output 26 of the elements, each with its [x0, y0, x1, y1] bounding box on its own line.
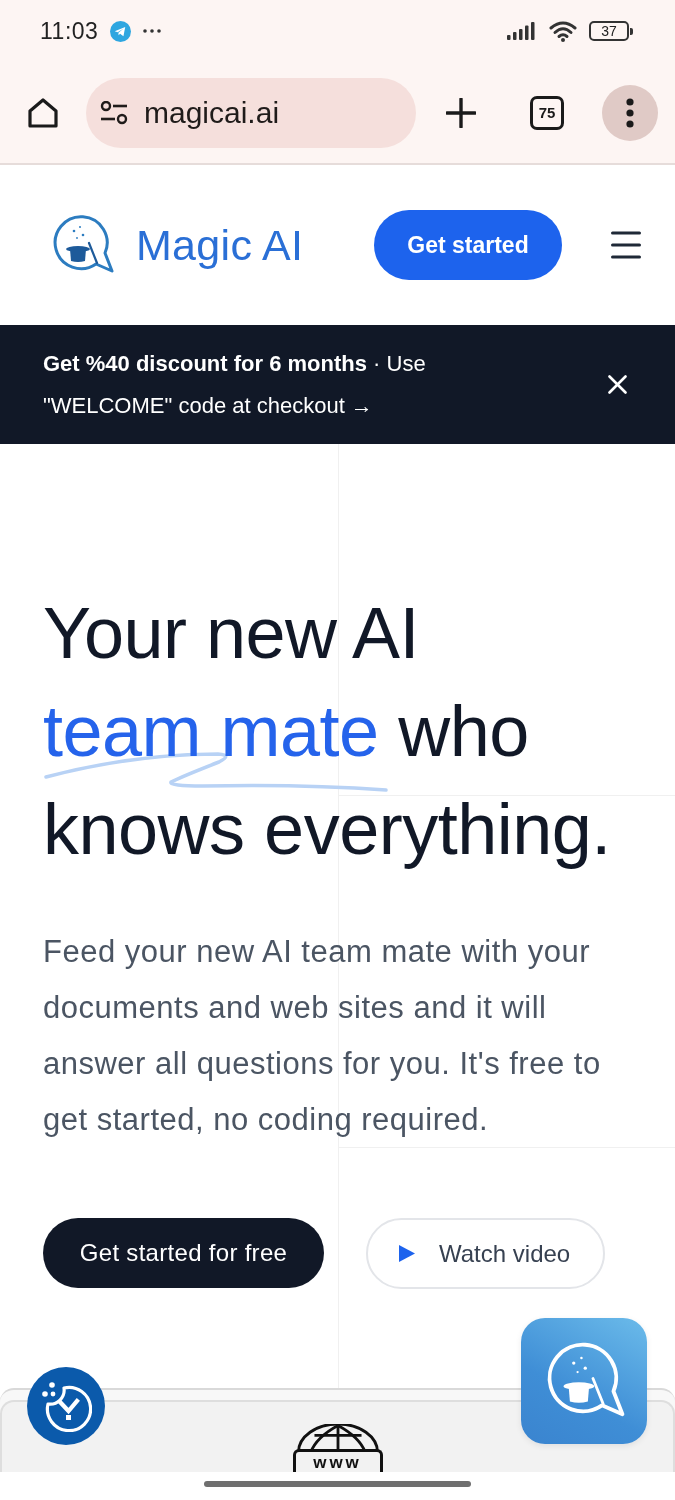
home-icon	[27, 96, 59, 129]
chat-widget-button[interactable]	[521, 1318, 647, 1444]
url-text: magicai.ai	[144, 95, 280, 130]
telegram-icon	[110, 20, 132, 42]
new-tab-button[interactable]	[446, 97, 476, 128]
get-started-button[interactable]: Get started	[374, 210, 562, 280]
address-bar[interactable]: magicai.ai	[86, 77, 416, 148]
close-icon	[608, 375, 627, 394]
status-time: 11:03	[40, 17, 99, 45]
signal-icon	[507, 22, 537, 40]
more-notifications-icon	[143, 29, 162, 33]
menu-button[interactable]	[611, 231, 641, 259]
plus-icon	[446, 97, 476, 128]
menu-icon	[611, 231, 641, 259]
close-banner-button[interactable]	[608, 375, 627, 394]
watch-video-button[interactable]: Watch video	[366, 1218, 605, 1289]
cookie-check-icon	[40, 1380, 92, 1432]
more-vertical-icon	[626, 97, 634, 128]
tab-switcher-button[interactable]: 75	[530, 95, 564, 130]
home-button[interactable]	[27, 96, 59, 129]
play-icon	[399, 1245, 415, 1262]
brand-name[interactable]: Magic AI	[136, 220, 304, 270]
hero-description: Feed your new AI team mate with your documents and web sites and it will answer all questions for you. It's free to get started, no coding required.	[43, 933, 602, 1139]
get-started-free-button[interactable]: Get started for free	[43, 1218, 324, 1288]
wifi-icon	[549, 20, 577, 42]
site-settings-icon	[100, 100, 128, 125]
